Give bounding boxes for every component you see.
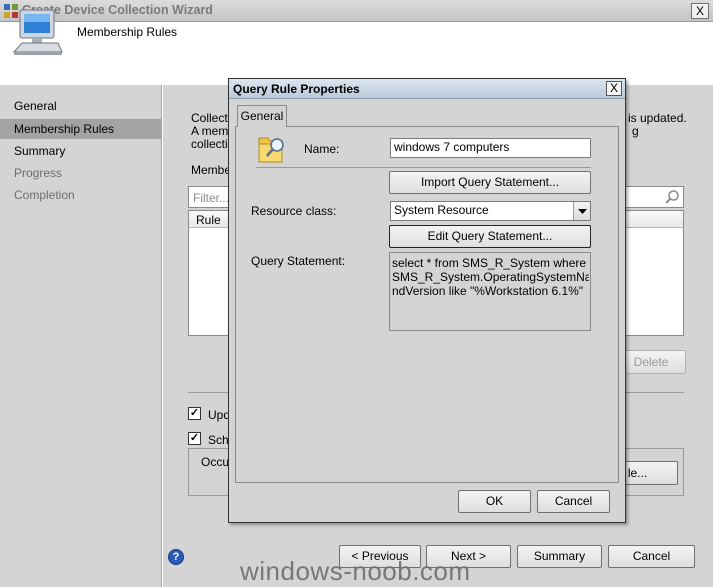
search-icon[interactable] xyxy=(664,189,680,205)
query-statement-label: Query Statement: xyxy=(251,254,346,268)
update-checkbox[interactable]: ✓ xyxy=(188,407,201,420)
tab-general[interactable]: General xyxy=(237,105,287,127)
description-line-3: collecti xyxy=(191,137,228,151)
dialog-title: Query Rule Properties xyxy=(233,82,360,96)
query-line-1: select * from SMS_R_System where xyxy=(392,256,587,270)
chevron-down-icon[interactable] xyxy=(573,202,590,220)
ok-button[interactable]: OK xyxy=(458,490,531,513)
description-line-2-end: g xyxy=(632,124,639,138)
wizard-close-button[interactable]: X xyxy=(691,3,709,19)
query-line-2: SMS_R_System.OperatingSystemNamea xyxy=(392,270,589,284)
dialog-cancel-button[interactable]: Cancel xyxy=(537,490,610,513)
watermark: windows-noob.com xyxy=(240,556,471,586)
edit-query-statement-button[interactable]: Edit Query Statement... xyxy=(389,225,591,248)
name-label: Name: xyxy=(304,142,340,156)
cancel-button[interactable]: Cancel xyxy=(608,545,695,568)
name-divider xyxy=(256,167,591,168)
summary-button[interactable]: Summary xyxy=(517,545,602,568)
schedule-checkbox-label: Sch xyxy=(208,433,229,447)
occurs-label: Occu xyxy=(201,455,230,469)
query-line-3: ndVersion like "%Workstation 6.1%" xyxy=(392,284,584,298)
page-title: Membership Rules xyxy=(77,25,178,39)
resource-class-select[interactable]: System Resource xyxy=(390,201,591,221)
column-header-rule[interactable]: Rule xyxy=(196,213,221,227)
nav-item-summary[interactable]: Summary xyxy=(0,141,161,161)
resource-class-label: Resource class: xyxy=(251,204,337,218)
nav-item-completion: Completion xyxy=(14,188,75,202)
import-query-statement-button[interactable]: Import Query Statement... xyxy=(389,171,591,194)
query-rule-dialog: Query Rule Properties X General Name: wi… xyxy=(228,78,626,523)
schedule-checkbox[interactable]: ✓ xyxy=(188,432,201,445)
nav-item-general[interactable]: General xyxy=(0,96,161,116)
description-line-1-end: is updated. xyxy=(628,111,687,125)
delete-button[interactable]: Delete xyxy=(616,350,686,374)
help-icon-glyph: ? xyxy=(172,551,180,563)
query-icon xyxy=(256,132,288,166)
computer-icon xyxy=(10,8,64,58)
nav-item-membership-rules[interactable]: Membership Rules xyxy=(0,119,161,139)
dialog-close-button[interactable]: X xyxy=(606,81,622,96)
filter-input[interactable]: Filter... xyxy=(193,191,229,205)
name-input[interactable]: windows 7 computers xyxy=(390,138,591,158)
nav-item-progress: Progress xyxy=(14,166,63,180)
update-checkbox-label: Upd xyxy=(208,408,231,422)
